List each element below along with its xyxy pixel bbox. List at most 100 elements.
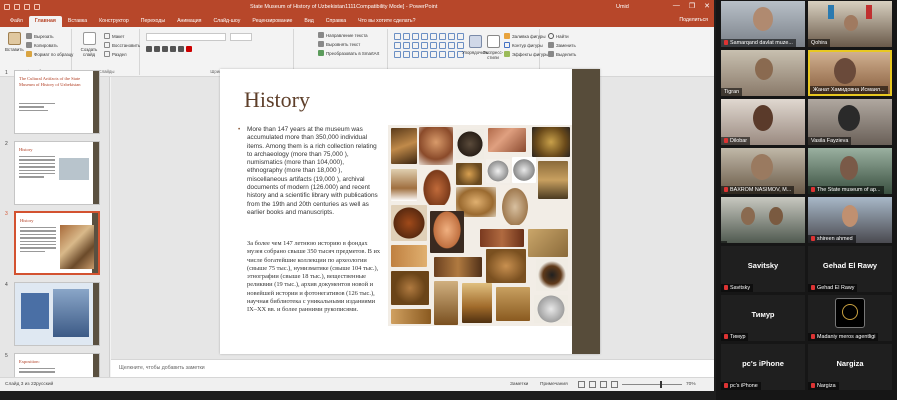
artifact-image bbox=[456, 129, 484, 159]
participant-tile[interactable]: Madaniy meros agentligi bbox=[808, 295, 892, 341]
tab-home[interactable]: Главная bbox=[28, 16, 62, 27]
undo-icon[interactable] bbox=[14, 4, 20, 10]
redo-icon[interactable] bbox=[24, 4, 30, 10]
comments-toggle[interactable]: Примечания bbox=[540, 382, 568, 387]
slideshow-icon[interactable] bbox=[611, 381, 618, 388]
shapes-gallery[interactable] bbox=[394, 33, 464, 59]
participant-tile[interactable]: BAXROM NASIMOV, M... bbox=[721, 148, 805, 194]
artifact-image bbox=[538, 161, 568, 199]
participant-tile[interactable]: shireen ahmed bbox=[808, 197, 892, 243]
normal-view-icon[interactable] bbox=[578, 381, 585, 388]
tab-design[interactable]: Конструктор bbox=[93, 16, 135, 27]
text-direction-button[interactable]: Направление текста bbox=[318, 32, 368, 38]
slide-sorter-icon[interactable] bbox=[589, 381, 596, 388]
slide-editor: History More than 147 years at the museu… bbox=[111, 69, 714, 359]
participant-tile[interactable]: Vasila Fayzieva bbox=[808, 99, 892, 145]
restore-button[interactable]: ❐ bbox=[689, 2, 695, 10]
slide-body-english[interactable]: More than 147 years at the museum was ac… bbox=[238, 126, 378, 217]
replace-button[interactable]: Заменить bbox=[548, 42, 576, 48]
quick-styles-button[interactable]: Экспресс-стили bbox=[482, 35, 504, 60]
video-conference-panel: Samarqand davlat muze... Qohira Tigran Ж… bbox=[716, 0, 897, 400]
tab-animations[interactable]: Анимация bbox=[171, 16, 207, 27]
participant-tile[interactable]: Savitsky Savitsky bbox=[721, 246, 805, 292]
participant-tile[interactable] bbox=[721, 197, 805, 243]
participant-tile[interactable]: Tigran bbox=[721, 50, 805, 96]
participant-tile[interactable]: The State museum of ap... bbox=[808, 148, 892, 194]
participant-name: Dilobar bbox=[730, 138, 748, 144]
reading-view-icon[interactable] bbox=[600, 381, 607, 388]
copy-button[interactable]: Копировать bbox=[26, 42, 58, 48]
view-buttons bbox=[578, 381, 618, 388]
tab-file[interactable]: Файл bbox=[4, 16, 29, 27]
participant-tile[interactable]: Samarqand davlat muze... bbox=[721, 1, 805, 47]
shape-fill-button[interactable]: Заливка фигуры bbox=[504, 33, 546, 39]
participant-name: BAXROM NASIMOV, M... bbox=[730, 187, 792, 193]
participant-placeholder-name: Nargiza bbox=[836, 359, 864, 368]
participant-placeholder-name: Savitsky bbox=[747, 261, 779, 270]
artifact-image bbox=[456, 163, 482, 185]
participant-tile[interactable]: Тимур Тимур bbox=[721, 295, 805, 341]
save-icon[interactable] bbox=[4, 4, 10, 10]
tell-me-search[interactable]: Что вы хотите сделать? bbox=[352, 16, 421, 27]
tab-slideshow[interactable]: Слайд-шоу bbox=[207, 16, 246, 27]
reset-button[interactable]: Восстановить bbox=[104, 42, 140, 48]
smartart-button[interactable]: Преобразовать в SmartArt bbox=[318, 50, 379, 56]
participant-tile-speaking[interactable]: Жанат Хамидовна Исмаил... bbox=[808, 50, 892, 96]
artifact-photo-collage[interactable] bbox=[388, 125, 572, 326]
tab-transitions[interactable]: Переходы bbox=[135, 16, 171, 27]
select-button[interactable]: Выделить bbox=[548, 51, 576, 57]
tab-review[interactable]: Рецензирование bbox=[246, 16, 298, 27]
find-button[interactable]: Найти bbox=[548, 33, 569, 39]
close-button[interactable]: ✕ bbox=[704, 2, 710, 10]
artifact-image bbox=[488, 128, 526, 152]
slide-body-russian[interactable]: За более чем 147 летнюю историю в фондах… bbox=[247, 240, 383, 315]
current-slide[interactable]: History More than 147 years at the museu… bbox=[220, 69, 600, 354]
artifact-image bbox=[434, 257, 482, 277]
artifact-image bbox=[496, 287, 530, 321]
participant-tile[interactable]: Gehad El Rawy Gehad El Rawy bbox=[808, 246, 892, 292]
slideshow-start-icon[interactable] bbox=[34, 4, 40, 10]
artifact-image bbox=[486, 159, 510, 183]
artifact-image bbox=[536, 259, 568, 291]
notes-toggle[interactable]: Заметки bbox=[510, 382, 528, 387]
section-button[interactable]: Раздел bbox=[104, 51, 127, 57]
user-name[interactable]: Umid bbox=[616, 4, 629, 10]
participant-tile[interactable]: Qohira bbox=[808, 1, 892, 47]
artifact-image bbox=[420, 165, 454, 205]
shape-outline-button[interactable]: Контур фигуры bbox=[504, 42, 543, 48]
zoom-slider-thumb[interactable] bbox=[660, 381, 662, 388]
new-slide-button[interactable]: Создать слайд bbox=[78, 32, 100, 57]
participant-tile[interactable]: Nargiza Nargiza bbox=[808, 344, 892, 390]
participant-name: Nargiza bbox=[817, 383, 836, 389]
window-title: State Museum of History of Uzbekistan111… bbox=[250, 4, 438, 10]
artifact-image bbox=[528, 229, 568, 257]
font-format-buttons[interactable] bbox=[146, 46, 192, 52]
notes-pane[interactable]: Щелкните, чтобы добавить заметки bbox=[111, 359, 714, 377]
share-button[interactable]: Поделиться bbox=[679, 17, 708, 23]
clipboard-group: Вставить Вырезать Копировать Формат по о… bbox=[2, 29, 73, 75]
language-indicator[interactable]: русский bbox=[36, 382, 53, 387]
paste-button[interactable]: Вставить bbox=[5, 32, 24, 52]
muted-mic-icon bbox=[811, 383, 815, 388]
artifact-image bbox=[534, 295, 568, 323]
font-name-field[interactable] bbox=[146, 33, 226, 41]
participant-tile[interactable]: Dilobar bbox=[721, 99, 805, 145]
tab-help[interactable]: Справка bbox=[320, 16, 352, 27]
artifact-image bbox=[532, 127, 570, 157]
artifact-image bbox=[430, 211, 464, 253]
zoom-slider[interactable] bbox=[622, 381, 682, 388]
format-painter-button[interactable]: Формат по образцу bbox=[26, 51, 73, 57]
participant-tile[interactable]: pc's iPhone pc's iPhone bbox=[721, 344, 805, 390]
slide-title[interactable]: History bbox=[244, 87, 310, 113]
tab-insert[interactable]: Вставка bbox=[62, 16, 93, 27]
layout-button[interactable]: Макет bbox=[104, 33, 124, 39]
zoom-level[interactable]: 70% bbox=[686, 382, 696, 387]
artifact-image bbox=[391, 128, 417, 164]
font-size-field[interactable] bbox=[230, 33, 252, 41]
align-text-button[interactable]: Выровнять текст bbox=[318, 41, 360, 47]
participant-name: Tigran bbox=[724, 89, 740, 95]
muted-mic-icon bbox=[724, 138, 728, 143]
cut-button[interactable]: Вырезать bbox=[26, 33, 54, 39]
tab-view[interactable]: Вид bbox=[298, 16, 319, 27]
minimize-button[interactable]: — bbox=[673, 2, 680, 10]
